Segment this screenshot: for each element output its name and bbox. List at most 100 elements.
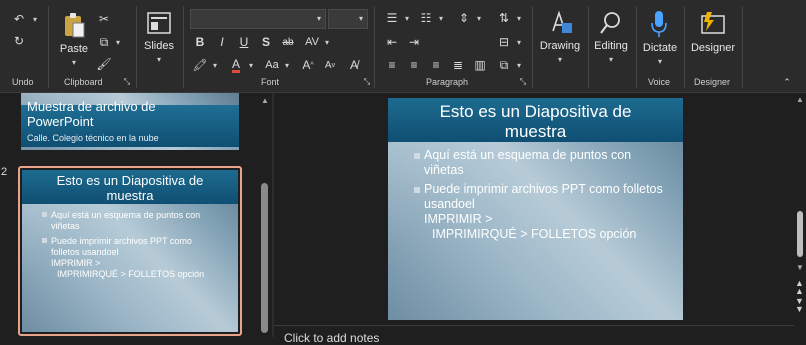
line-spacing-icon[interactable]: ⇕	[454, 9, 474, 27]
bullets-icon[interactable]: ☰	[382, 9, 402, 27]
separator	[48, 6, 49, 88]
slide-thumbnail-2[interactable]: Esto es un Diapositiva de muestra Aquí e…	[18, 166, 242, 336]
justify-icon[interactable]: ≣	[448, 56, 468, 74]
align-text-dropdown-icon[interactable]: ▾	[514, 33, 524, 51]
paste-icon[interactable]	[61, 10, 87, 40]
increase-indent-icon[interactable]: ⇥	[404, 33, 424, 51]
copy-icon[interactable]: ⧉	[94, 33, 114, 51]
drawing-button-label[interactable]: Drawing	[538, 40, 582, 52]
designer-group-label: Designer	[694, 77, 731, 87]
microphone-icon[interactable]	[648, 8, 670, 40]
columns-icon[interactable]: ▥	[470, 56, 490, 74]
align-text-icon[interactable]: ⊟	[494, 33, 514, 51]
slide-thumbnails-pane: Muestra de archivo de PowerPoint Calle. …	[0, 93, 272, 337]
slides-dropdown-icon[interactable]: ▾	[152, 53, 166, 65]
slides-button-label[interactable]: Slides	[140, 40, 178, 52]
highlight-dropdown-icon[interactable]: ▾	[210, 56, 220, 74]
bullet-text: Puede imprimir archivos PPT como folleto…	[424, 182, 663, 211]
undo-icon[interactable]: ↶	[8, 10, 30, 28]
main-slide-line: IMPRIMIR >	[424, 212, 493, 226]
clipboard-dialog-launcher-icon[interactable]: ⤡	[122, 77, 132, 87]
notes-placeholder[interactable]: Click to add notes	[284, 331, 379, 345]
align-center-icon[interactable]: ≡	[404, 56, 424, 74]
thumbnail-2-bullet: Aquí está un esquema de puntos con viñet…	[42, 210, 222, 232]
scroll-up-icon[interactable]: ▲	[261, 96, 269, 105]
main-slide-bullet: Puede imprimir archivos PPT como folleto…	[414, 182, 664, 212]
redo-icon[interactable]: ↻	[8, 32, 30, 50]
shadow-button[interactable]: S	[256, 33, 276, 51]
main-slide-title-bar: Esto es un Diapositiva de muestra	[388, 98, 683, 142]
font-dialog-launcher-icon[interactable]: ⤡	[362, 77, 372, 87]
main-slide[interactable]: Esto es un Diapositiva de muestra Aquí e…	[388, 98, 683, 320]
search-icon[interactable]	[598, 8, 624, 38]
font-color-icon[interactable]: A	[226, 56, 246, 74]
decrease-font-label: A	[324, 59, 332, 71]
text-direction-icon[interactable]: ⇅	[494, 9, 514, 27]
text-direction-dropdown-icon[interactable]: ▾	[514, 9, 524, 27]
font-group-label: Font	[261, 77, 280, 87]
separator	[742, 6, 743, 88]
scroll-down-icon[interactable]: ▼	[796, 263, 804, 272]
decrease-indent-icon[interactable]: ⇤	[382, 33, 402, 51]
scrollbar-thumb[interactable]	[797, 211, 803, 257]
drawing-icon[interactable]	[547, 8, 573, 38]
change-case-dropdown-icon[interactable]: ▾	[282, 56, 292, 74]
decrease-font-size-button[interactable]: Av	[320, 56, 340, 74]
paragraph-group-label: Paragraph	[426, 77, 469, 87]
bold-button[interactable]: B	[190, 33, 210, 51]
copy-dropdown-icon[interactable]: ▾	[113, 33, 123, 51]
separator	[136, 6, 137, 88]
designer-icon[interactable]	[698, 8, 728, 38]
font-name-dropdown[interactable]: ▾	[190, 9, 326, 29]
scrollbar-thumb[interactable]	[261, 183, 268, 333]
previous-slide-icon[interactable]: ▲ ▲	[795, 279, 804, 296]
editing-dropdown-icon[interactable]: ▾	[603, 53, 619, 65]
dictate-button-label[interactable]: Dictate	[640, 42, 680, 54]
scroll-up-icon[interactable]: ▲	[796, 95, 804, 104]
undo-dropdown-icon[interactable]: ▾	[30, 12, 40, 26]
bullets-dropdown-icon[interactable]: ▾	[402, 9, 412, 27]
bullet-text: Puede imprimir archivos PPT como folleto…	[51, 236, 192, 257]
slide-number: 2	[1, 166, 8, 178]
format-painter-icon[interactable]: 🖌	[94, 55, 114, 73]
character-spacing-button[interactable]: AV	[302, 33, 322, 51]
editing-button-label[interactable]: Editing	[590, 40, 632, 52]
main-slide-title[interactable]: Esto es un Diapositiva de muestra	[388, 98, 683, 142]
numbering-dropdown-icon[interactable]: ▾	[436, 9, 446, 27]
drawing-dropdown-icon[interactable]: ▾	[552, 53, 568, 65]
increase-font-size-button[interactable]: A ^	[298, 56, 318, 74]
smartart-dropdown-icon[interactable]: ▾	[514, 56, 524, 74]
underline-button[interactable]: U	[234, 33, 254, 51]
bullet-text: Aquí está un esquema de puntos con viñet…	[424, 148, 632, 177]
character-spacing-dropdown-icon[interactable]: ▾	[322, 33, 332, 51]
slide-editor: Esto es un Diapositiva de muestra Aquí e…	[274, 93, 794, 345]
next-slide-icon[interactable]: ▼ ▼	[795, 297, 804, 314]
main-slide-body[interactable]: Aquí está un esquema de puntos con viñet…	[414, 148, 664, 242]
thumbnails-scrollbar[interactable]: ▲	[258, 93, 272, 337]
align-left-icon[interactable]: ≡	[382, 56, 402, 74]
dictate-dropdown-icon[interactable]: ▾	[652, 55, 668, 67]
separator	[183, 6, 184, 88]
editor-scrollbar[interactable]: ▲ ▼ ▲ ▲ ▼ ▼	[794, 93, 806, 337]
italic-button[interactable]: I	[212, 33, 232, 51]
smartart-icon[interactable]: ⧉	[494, 56, 514, 74]
clear-formatting-icon[interactable]: A̸	[344, 56, 364, 74]
font-color-dropdown-icon[interactable]: ▾	[246, 56, 256, 74]
paste-dropdown-icon[interactable]: ▾	[66, 56, 82, 68]
cut-icon[interactable]: ✂	[94, 10, 114, 28]
notes-divider[interactable]	[274, 325, 794, 326]
highlight-icon[interactable]: 🖍	[190, 56, 210, 74]
paste-button-label[interactable]: Paste	[58, 43, 90, 55]
change-case-icon[interactable]: Aa	[262, 56, 282, 74]
numbering-icon[interactable]: ☷	[416, 9, 436, 27]
strikethrough-button[interactable]: ab	[278, 33, 298, 51]
slide-thumbnail-1[interactable]: Muestra de archivo de PowerPoint Calle. …	[21, 93, 239, 150]
new-slide-icon[interactable]	[146, 10, 172, 36]
font-size-dropdown[interactable]: ▾	[328, 9, 368, 29]
separator	[636, 6, 637, 88]
paragraph-dialog-launcher-icon[interactable]: ⤡	[518, 77, 528, 87]
align-right-icon[interactable]: ≡	[426, 56, 446, 74]
collapse-ribbon-icon[interactable]: ⌃	[780, 76, 794, 88]
line-spacing-dropdown-icon[interactable]: ▾	[474, 9, 484, 27]
designer-button-label[interactable]: Designer	[689, 42, 737, 54]
